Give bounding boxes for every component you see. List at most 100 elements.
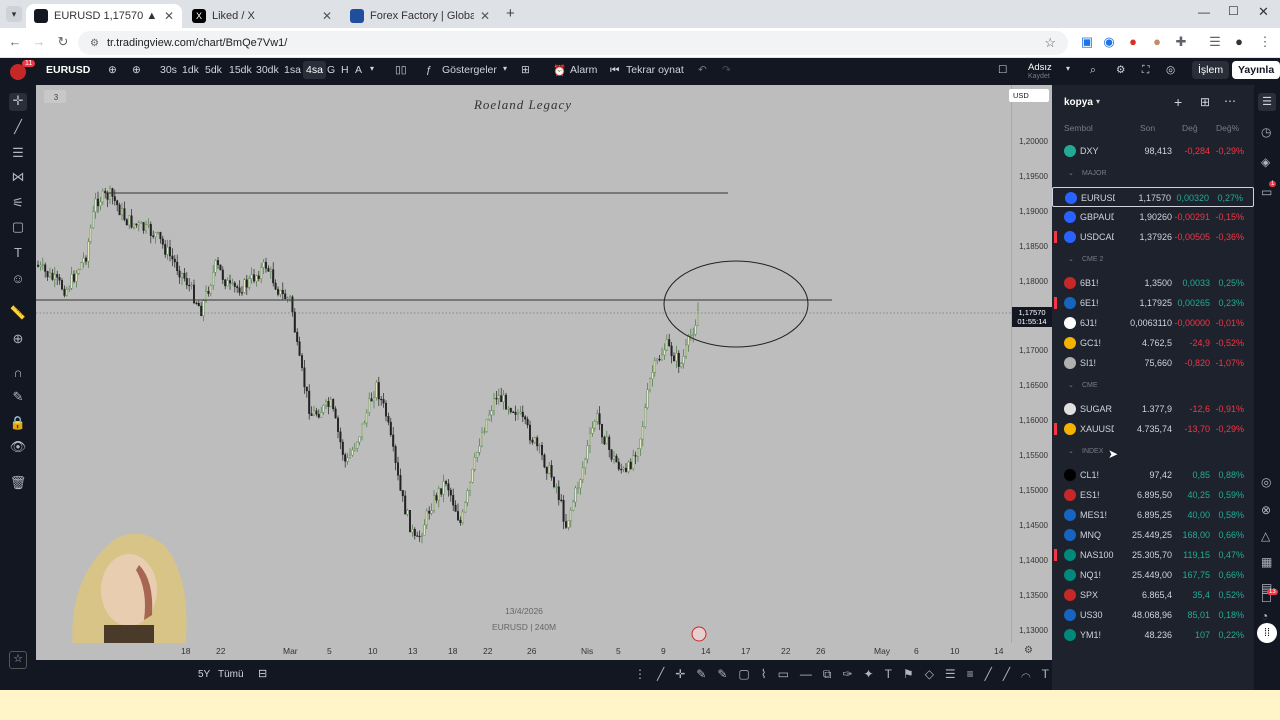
close-window-icon[interactable]: ✕ <box>1258 4 1269 20</box>
watchlist-row[interactable]: SUGAR 1.377,9 -12,6 -0,91% <box>1052 399 1254 419</box>
price-axis[interactable]: USD 1,20000 1,19500 1,19000 1,18500 1,18000 1… <box>1009 85 1052 660</box>
watchlist-section-header[interactable]: ⌄ MAJOR <box>1052 167 1254 181</box>
interval-week[interactable]: H <box>341 64 349 76</box>
section-collapse-icon[interactable]: ⌄ <box>1068 447 1074 455</box>
quick-search-icon[interactable]: ⌕ <box>1090 64 1096 77</box>
add-symbol-plus-icon[interactable]: + <box>1174 94 1182 110</box>
replay-icon[interactable]: ⏮ <box>610 64 619 77</box>
watchlist-row[interactable]: EURUSD 1,17570 0,00320 0,27% <box>1052 187 1254 207</box>
forward-icon[interactable]: → <box>30 34 48 49</box>
watchlist-row[interactable]: NAS100 25.305,70 119,15 0,47% <box>1052 545 1254 565</box>
col-last-header[interactable]: Son <box>1140 123 1155 133</box>
row-flag-marker[interactable] <box>1054 297 1057 309</box>
date-range-calendar-icon[interactable]: ⊟ <box>258 667 267 680</box>
settings-gear-icon[interactable]: ⚙ <box>1116 64 1125 76</box>
fullscreen-icon[interactable]: ⛶ <box>1142 64 1149 77</box>
bookmark-star-icon[interactable]: ☆ <box>1044 35 1056 51</box>
extension-icon-3[interactable]: ● <box>1124 34 1142 49</box>
hide-drawings-icon[interactable]: 👁 <box>9 439 27 457</box>
watchlist-section-header[interactable]: ⌄ CME 2 <box>1052 253 1254 267</box>
browser-tab-forexfactory[interactable]: Forex Factory | Global markets ✕ <box>342 4 498 28</box>
interval-1m[interactable]: 1dk <box>182 64 199 76</box>
watchlist-row[interactable]: 6J1! 0,0063110 -0,00000 -0,01% <box>1052 313 1254 333</box>
range-all[interactable]: Tümü <box>218 669 244 680</box>
drawing-quick-tools[interactable]: ⋮╱✛✎✎▢⌇▭—⧉✑✦T⚑◇☰≡╱╱⌒T⟋⫼ <box>634 667 1096 682</box>
extension-icon-4[interactable]: ● <box>1148 34 1166 49</box>
symbol-search[interactable]: EURUSD <box>46 64 90 76</box>
watchlist-sidebar-icon[interactable]: ☰ <box>1258 93 1276 111</box>
col-symbol-header[interactable]: Sembol <box>1064 123 1093 133</box>
layout-dropdown-icon[interactable]: ▾ <box>1066 64 1070 73</box>
watchlist-row[interactable]: USDCAD 1,37926-0,00505 -0,36% <box>1052 227 1254 247</box>
watchlist-row[interactable]: 6B1! 1,3500 0,0033 0,25% <box>1052 273 1254 293</box>
close-tab-icon[interactable]: ✕ <box>480 9 490 23</box>
axis-settings-icon[interactable]: ⚙ <box>1024 645 1033 656</box>
browser-tab-x[interactable]: X Liked / X ✕ <box>184 4 340 28</box>
redo-icon[interactable]: ↷ <box>722 64 731 76</box>
interval-dropdown-icon[interactable]: ▾ <box>370 64 374 73</box>
watchlist-row[interactable]: MES1! 6.895,25 40,00 0,58% <box>1052 505 1254 525</box>
replay-button[interactable]: Tekrar oynat <box>626 64 684 76</box>
fib-retracement-icon[interactable]: ☰ <box>9 145 27 163</box>
watchlist-section-header[interactable]: ⌄ CME <box>1052 379 1254 393</box>
magnet-icon[interactable]: ∩ <box>9 365 27 383</box>
undo-icon[interactable]: ↶ <box>698 64 707 76</box>
section-collapse-icon[interactable]: ⌄ <box>1068 255 1074 263</box>
row-flag-marker[interactable] <box>1054 423 1057 435</box>
section-collapse-icon[interactable]: ⌄ <box>1068 169 1074 177</box>
crosshair-icon[interactable]: ✛ <box>9 93 27 111</box>
watchlist-row[interactable]: SPX 6.865,4 35,4 0,52% <box>1052 585 1254 605</box>
watchlist-dropdown-icon[interactable]: ▾ <box>1096 97 1100 106</box>
icons-emoji-icon[interactable]: ☺ <box>9 271 27 289</box>
section-collapse-icon[interactable]: ⌄ <box>1068 381 1074 389</box>
streams-icon[interactable]: ◔ <box>1261 609 1268 623</box>
publish-button[interactable]: Yayınla <box>1232 61 1280 79</box>
watchlist-name[interactable]: kopya <box>1064 97 1093 108</box>
tab-search-icon[interactable]: ▾ <box>6 6 22 22</box>
prediction-icon[interactable]: ⚟ <box>9 195 27 213</box>
layouts-icon[interactable]: ⊞ <box>521 64 530 76</box>
alarm-icon[interactable]: ⏰ <box>553 64 566 77</box>
extension-icon-1[interactable]: ▣ <box>1078 34 1096 50</box>
new-tab-icon[interactable]: + <box>506 5 515 22</box>
browser-tab-tradingview[interactable]: EURUSD 1,17570 ▲ +0.27% Ad ✕ <box>26 4 182 28</box>
currency-label[interactable]: USD <box>1009 89 1049 102</box>
layout-name[interactable]: Adsız <box>1028 62 1052 73</box>
maximize-window-icon[interactable]: ☐ <box>1228 4 1239 18</box>
fullscreen-select-icon[interactable]: ☐ <box>998 64 1007 76</box>
profile-avatar-icon[interactable]: ● <box>1230 34 1248 49</box>
indicators-icon[interactable]: ƒ <box>426 64 432 76</box>
row-flag-marker[interactable] <box>1054 549 1057 561</box>
trade-button[interactable]: İşlem <box>1192 61 1230 79</box>
geometric-shapes-icon[interactable]: ▢ <box>9 219 27 237</box>
economic-event-flag-icon[interactable] <box>691 626 707 642</box>
col-chg-header[interactable]: Değ <box>1182 123 1198 133</box>
reading-list-icon[interactable]: ☰ <box>1206 34 1224 50</box>
pattern-icon[interactable]: ⋈ <box>9 169 27 187</box>
compare-symbol-icon[interactable]: ⊕ <box>108 64 117 76</box>
watchlist-row[interactable]: XAUUSD 4.735,74 -13,70 -0,29% <box>1052 419 1254 439</box>
snapshot-camera-icon[interactable]: ◎ <box>1166 64 1175 76</box>
minimize-window-icon[interactable]: — <box>1198 5 1210 19</box>
interval-5m[interactable]: 5dk <box>205 64 222 76</box>
favorites-star-icon[interactable]: ☆ <box>9 651 27 669</box>
row-flag-marker[interactable] <box>1054 231 1057 243</box>
interval-day[interactable]: G <box>327 64 335 76</box>
back-icon[interactable]: ← <box>6 34 24 49</box>
interval-1h[interactable]: 1sa <box>284 64 301 76</box>
alerts-clock-icon[interactable]: ◷ <box>1261 125 1271 139</box>
trend-line-icon[interactable]: ╱ <box>9 119 27 137</box>
interval-30m[interactable]: 30dk <box>256 64 279 76</box>
ideas-icon[interactable]: ◎ <box>1261 475 1271 489</box>
object-tree-icon[interactable]: ◈ <box>1261 155 1270 169</box>
watchlist-row[interactable]: NQ1! 25.449,00 167,75 0,66% <box>1052 565 1254 585</box>
highlight-ellipse[interactable] <box>663 260 809 348</box>
pine-icon[interactable]: △ <box>1261 529 1270 543</box>
watchlist-row[interactable]: SI1! 75,660 -0,820 -1,07% <box>1052 353 1254 373</box>
chart-pane[interactable]: Roeland Legacy 3 13/4/2026 EURUSD | 240M <box>36 85 1011 660</box>
calendar-icon[interactable]: ▦ <box>1261 555 1272 569</box>
hotlists-icon[interactable]: ⊗ <box>1261 503 1271 517</box>
watchlist-row[interactable]: MNQ 25.449,25 168,00 0,66% <box>1052 525 1254 545</box>
add-symbol-icon[interactable]: ⊕ <box>132 64 141 76</box>
lock-drawings-icon[interactable]: 🔒 <box>9 415 27 433</box>
